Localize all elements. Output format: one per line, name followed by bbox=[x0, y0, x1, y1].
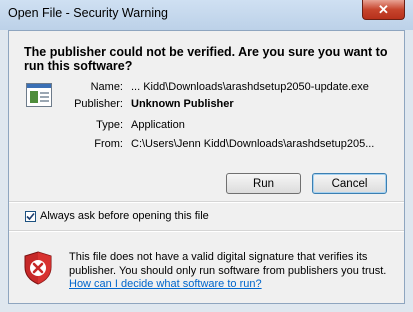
type-label: Type: bbox=[96, 119, 123, 131]
window-title: Open File - Security Warning bbox=[8, 6, 169, 20]
run-button[interactable]: Run bbox=[226, 173, 301, 194]
from-value: C:\Users\Jenn Kidd\Downloads\arashdsetup… bbox=[131, 138, 375, 150]
publisher-label: Publisher: bbox=[74, 98, 123, 110]
dialog-heading: The publisher could not be verified. Are… bbox=[24, 45, 388, 73]
cancel-button[interactable]: Cancel bbox=[312, 173, 387, 194]
always-ask-label[interactable]: Always ask before opening this file bbox=[40, 210, 209, 222]
warning-text: This file does not have a valid digital … bbox=[69, 251, 387, 277]
publisher-value: Unknown Publisher bbox=[131, 98, 234, 110]
from-label: From: bbox=[94, 138, 123, 150]
close-button[interactable]: ✕ bbox=[362, 0, 405, 20]
security-shield-icon bbox=[24, 251, 52, 285]
help-link[interactable]: How can I decide what software to run? bbox=[69, 278, 262, 290]
name-label: Name: bbox=[90, 81, 123, 93]
security-warning-dialog: The publisher could not be verified. Are… bbox=[8, 30, 405, 304]
name-value: ... Kidd\Downloads\arashdsetup2050-updat… bbox=[131, 81, 369, 93]
check-icon bbox=[26, 212, 35, 221]
divider bbox=[9, 230, 404, 232]
title-bar[interactable]: Open File - Security Warning ✕ bbox=[0, 0, 413, 30]
type-value: Application bbox=[131, 119, 185, 131]
close-icon: ✕ bbox=[378, 1, 389, 17]
always-ask-checkbox[interactable] bbox=[25, 211, 36, 222]
divider bbox=[9, 201, 404, 203]
